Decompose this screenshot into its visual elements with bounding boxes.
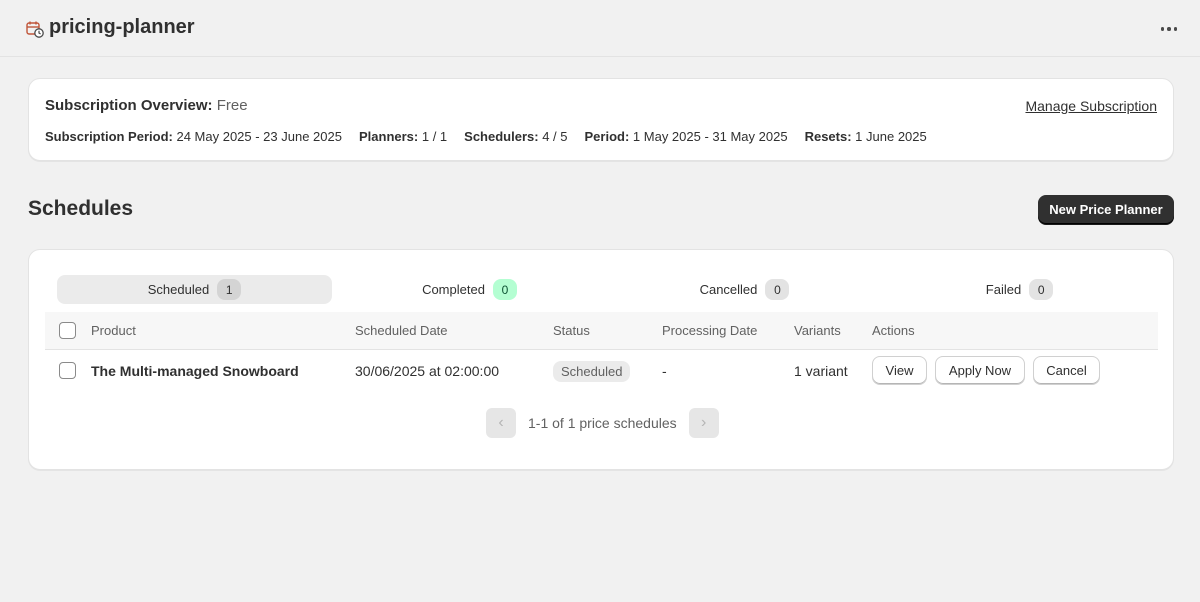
manage-subscription-link[interactable]: Manage Subscription	[1025, 98, 1157, 114]
calendar-clock-icon	[26, 20, 44, 38]
stat-schedulers: Schedulers: 4 / 5	[464, 129, 568, 144]
tab-label: Completed	[422, 282, 485, 297]
tab-count-badge: 0	[1029, 279, 1054, 300]
tab-scheduled[interactable]: Scheduled 1	[57, 275, 332, 304]
chevron-right-icon: ›	[700, 414, 707, 431]
column-header-product[interactable]: Product	[91, 323, 136, 338]
schedules-title: Schedules	[28, 197, 134, 220]
column-header-actions: Actions	[872, 323, 915, 338]
processing-date: -	[662, 363, 667, 379]
product-name: The Multi-managed Snowboard	[91, 363, 299, 379]
view-button[interactable]: View	[872, 356, 927, 385]
tab-label: Cancelled	[699, 282, 758, 297]
tab-count-badge: 1	[217, 279, 242, 300]
app-header: pricing-planner	[0, 0, 1200, 57]
tab-label: Failed	[985, 282, 1022, 297]
tab-count-badge: 0	[765, 279, 790, 300]
more-horizontal-icon	[1160, 27, 1165, 31]
apply-now-button[interactable]: Apply Now	[935, 356, 1025, 385]
subscription-title: Subscription Overview: Free	[45, 97, 248, 114]
tab-cancelled[interactable]: Cancelled 0	[607, 275, 882, 304]
column-header-variants[interactable]: Variants	[794, 323, 841, 338]
pagination: ‹ 1-1 of 1 price schedules ›	[486, 408, 719, 438]
subscription-stats: Subscription Period: 24 May 2025 - 23 Ju…	[45, 129, 927, 144]
status-tabs: Scheduled 1 Completed 0 Cancelled 0 Fail…	[57, 275, 1157, 304]
subscription-plan: Free	[216, 97, 248, 114]
pagination-text: 1-1 of 1 price schedules	[528, 415, 677, 431]
new-price-planner-button[interactable]: New Price Planner	[1038, 195, 1174, 224]
subscription-title-label: Subscription Overview:	[45, 97, 213, 114]
column-header-status[interactable]: Status	[553, 323, 590, 338]
tab-count-badge: 0	[492, 279, 517, 300]
stat-subscription-period: Subscription Period: 24 May 2025 - 23 Ju…	[45, 129, 342, 144]
table-row[interactable]: The Multi-managed Snowboard 30/06/2025 a…	[45, 350, 1158, 392]
previous-page-button[interactable]: ‹	[486, 408, 516, 438]
schedules-table: Product Scheduled Date Status Processing…	[45, 312, 1158, 392]
subscription-card: Subscription Overview: Free Manage Subsc…	[28, 78, 1174, 161]
stat-period: Period: 1 May 2025 - 31 May 2025	[584, 129, 788, 144]
table-header: Product Scheduled Date Status Processing…	[45, 312, 1158, 350]
row-select-checkbox[interactable]	[59, 362, 76, 379]
chevron-left-icon: ‹	[498, 414, 504, 431]
schedules-card: Scheduled 1 Completed 0 Cancelled 0 Fail…	[28, 249, 1174, 470]
cancel-button[interactable]: Cancel	[1033, 356, 1100, 385]
next-page-button[interactable]: ›	[688, 408, 719, 438]
column-header-scheduled-date[interactable]: Scheduled Date	[355, 323, 448, 338]
scheduled-date: 30/06/2025 at 02:00:00	[355, 363, 500, 379]
tab-failed[interactable]: Failed 0	[882, 275, 1157, 304]
column-header-processing-date[interactable]: Processing Date	[662, 323, 757, 338]
stat-resets: Resets: 1 June 2025	[804, 129, 927, 144]
tab-completed[interactable]: Completed 0	[332, 275, 607, 304]
app-title: pricing-planner	[49, 16, 195, 38]
status-badge: Scheduled	[553, 361, 631, 382]
tab-label: Scheduled	[147, 282, 210, 297]
more-actions-button[interactable]	[1156, 18, 1182, 40]
variants-count: 1 variant	[794, 363, 848, 379]
stat-planners: Planners: 1 / 1	[358, 129, 448, 144]
select-all-checkbox[interactable]	[59, 322, 76, 339]
